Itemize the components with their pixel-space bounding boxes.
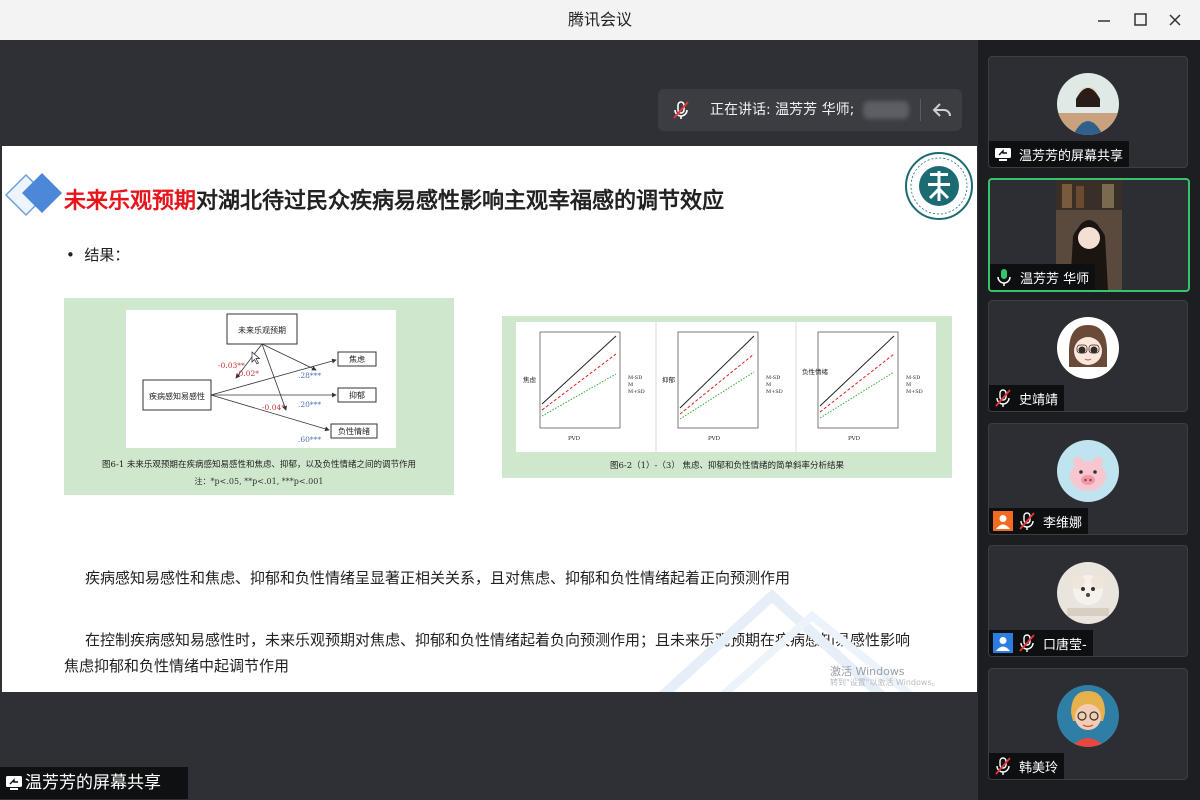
figure1-note: 注：*p<.05, **p<.01, ***p<.001 xyxy=(194,477,324,486)
legend3-b: M xyxy=(906,382,911,388)
ylabel-3: 负性情绪 xyxy=(802,367,829,376)
participant-tag: 李维娜 xyxy=(989,508,1089,534)
xlabel-2: PVD xyxy=(708,436,721,442)
avatar xyxy=(1057,317,1119,379)
user-badge-icon xyxy=(993,633,1013,653)
participant-tile[interactable]: 史靖靖 xyxy=(988,300,1188,412)
slide-title: 未来乐观预期对湖北待过民众疾病易感性影响主观幸福感的调节效应 xyxy=(64,183,724,215)
participant-name: 温芳芳 华师 xyxy=(1020,271,1090,287)
screen-share-icon xyxy=(995,148,1011,161)
title-bar: 腾讯会议 xyxy=(0,0,1200,41)
coef-c3: -0.04* xyxy=(262,403,285,412)
avatar xyxy=(1057,73,1119,135)
legend1-b: M xyxy=(628,382,633,388)
mic-muted-icon xyxy=(995,389,1011,407)
participant-tile[interactable]: 李维娜 xyxy=(988,423,1188,535)
avatar xyxy=(1057,562,1119,624)
legend3-a: M-SD xyxy=(906,375,920,381)
participant-tile[interactable]: 韩美玲 xyxy=(988,668,1188,780)
participant-tag: 温芳芳的屏幕共享 xyxy=(989,141,1130,167)
legend2-b: M xyxy=(766,382,771,388)
participant-tile[interactable]: 口唐莹- xyxy=(988,545,1188,657)
screen-share-text: 温芳芳的屏幕共享 xyxy=(25,773,161,793)
slope-panels: 焦虑 PVD M-SD M M+SD 抑郁 PVD M-SD M M+SD 负性… xyxy=(516,322,936,452)
presentation-slide: 未来乐观预期对湖北待过民众疾病易感性影响主观幸福感的调节效应 • 结果： 未来乐… xyxy=(2,146,977,692)
window-title: 腾讯会议 xyxy=(567,10,632,29)
participant-tag: 温芳芳 华师 xyxy=(990,264,1096,290)
node-top-label: 未来乐观预期 xyxy=(238,325,286,335)
title-rest: 对湖北待过民众疾病易感性影响主观幸福感的调节效应 xyxy=(196,189,725,214)
legend1-c: M+SD xyxy=(628,389,645,395)
participant-tile-active[interactable]: 温芳芳 华师 xyxy=(988,178,1190,292)
blurred-name xyxy=(863,101,909,119)
legend2-a: M-SD xyxy=(766,375,780,381)
speaking-text: 正在讲话: 温芳芳 华师; xyxy=(710,102,855,118)
participant-tile[interactable]: 温芳芳的屏幕共享 xyxy=(988,56,1188,168)
figure-6-2: 焦虑 PVD M-SD M M+SD 抑郁 PVD M-SD M M+SD 负性… xyxy=(502,316,952,478)
coef-c2: -0.02* xyxy=(236,369,259,378)
figure-6-1: 未来乐观预期 疾病感知易感性 焦虑 抑郁 负性情绪 -0.03** -0.02*… xyxy=(64,298,454,495)
avatar xyxy=(1057,440,1119,502)
speaking-indicator: 正在讲话: 温芳芳 华师; xyxy=(658,89,962,131)
mic-muted-icon xyxy=(1019,512,1035,530)
screen-share-label: 温芳芳的屏幕共享 xyxy=(0,767,188,799)
xlabel-1: PVD xyxy=(568,436,581,442)
node-out2-label: 抑郁 xyxy=(349,390,365,400)
bullet-text: 结果： xyxy=(84,246,130,264)
cursor-icon xyxy=(251,351,261,365)
figure2-caption: 图6-2（1）-（3） 焦虑、抑郁和负性情绪的简单斜率分析结果 xyxy=(609,461,845,471)
xlabel-3: PVD xyxy=(848,436,861,442)
university-logo-icon xyxy=(905,152,973,220)
diamond-decoration-icon xyxy=(4,173,62,217)
coef-b2: .20*** xyxy=(298,400,321,409)
bullet-result: • 结果： xyxy=(66,246,130,264)
user-badge-icon xyxy=(993,511,1013,531)
ylabel-2: 抑郁 xyxy=(662,375,676,384)
mic-muted-icon xyxy=(1019,634,1035,652)
title-highlight: 未来乐观预期 xyxy=(64,189,197,214)
close-icon[interactable] xyxy=(1163,8,1187,32)
legend1-a: M-SD xyxy=(628,375,642,381)
shared-screen-area: 正在讲话: 温芳芳 华师; 未来乐观预期对湖北待过民众疾病易感性影响主观幸福感的… xyxy=(0,40,978,800)
node-out1-label: 焦虑 xyxy=(349,354,365,364)
participant-name: 韩美玲 xyxy=(1019,760,1059,776)
coef-b3: .60*** xyxy=(298,435,321,444)
slope-panels-svg: 焦虑 PVD M-SD M M+SD 抑郁 PVD M-SD M M+SD 负性… xyxy=(523,322,923,452)
participant-tag: 口唐莹- xyxy=(989,630,1093,656)
legend2-c: M+SD xyxy=(766,389,783,395)
figure1-caption: 图6-1 未来乐观预期在疾病感知易感性和焦虑、抑郁，以及负性情绪之间的调节作用 xyxy=(102,460,416,470)
ylabel-1: 焦虑 xyxy=(523,375,537,384)
participant-name: 李维娜 xyxy=(1043,515,1083,531)
divider xyxy=(920,99,921,121)
legend3-c: M+SD xyxy=(906,389,923,395)
participant-tag: 韩美玲 xyxy=(989,753,1065,779)
mic-muted-icon[interactable] xyxy=(670,99,692,121)
return-icon[interactable] xyxy=(930,98,954,122)
participant-tag: 史靖靖 xyxy=(989,385,1065,411)
node-out3-label: 负性情绪 xyxy=(338,426,370,436)
minimize-icon[interactable] xyxy=(1092,8,1116,32)
windows-watermark-sub: 转到"设置"以激活 Windows。 xyxy=(830,678,940,687)
participant-name: 温芳芳的屏幕共享 xyxy=(1019,148,1124,164)
node-left-label: 疾病感知易感性 xyxy=(149,391,205,401)
participant-name: 史靖靖 xyxy=(1019,392,1059,408)
screen-share-icon xyxy=(6,776,22,790)
maximize-icon[interactable] xyxy=(1128,8,1152,32)
avatar xyxy=(1057,685,1119,747)
mic-muted-icon xyxy=(995,757,1011,775)
mic-on-icon xyxy=(997,269,1011,286)
participant-name: 口唐莹- xyxy=(1043,637,1087,653)
path-diagram: 未来乐观预期 疾病感知易感性 焦虑 抑郁 负性情绪 -0.03** -0.02*… xyxy=(126,310,396,448)
path-diagram-svg: 未来乐观预期 疾病感知易感性 焦虑 抑郁 负性情绪 -0.03** -0.02*… xyxy=(142,313,378,444)
coef-b1: .28*** xyxy=(298,371,321,380)
